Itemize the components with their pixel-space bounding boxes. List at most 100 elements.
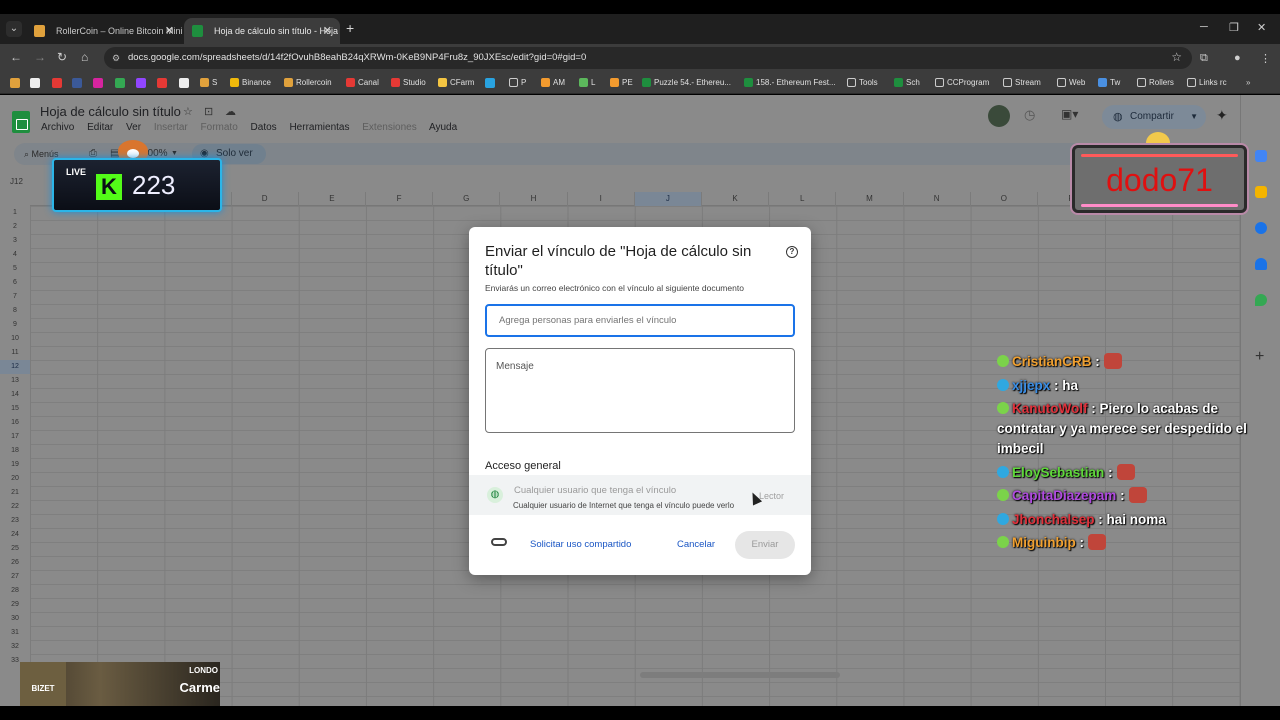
message-textarea[interactable]: Mensaje [485, 348, 795, 433]
bookmark-am[interactable]: AM [541, 75, 565, 91]
add-people-input[interactable] [485, 304, 795, 337]
contacts-icon[interactable] [1255, 258, 1267, 270]
bookmark-p[interactable]: P [509, 75, 526, 91]
chevron-down-icon[interactable]: ▼ [1190, 105, 1198, 129]
document-title[interactable]: Hoja de cálculo sin título [40, 104, 181, 119]
profile-icon[interactable]: ● [1234, 52, 1241, 64]
menu-editar[interactable]: Editar [87, 122, 113, 133]
history-icon[interactable]: ◷ [1024, 107, 1035, 123]
row-header[interactable]: 17 [0, 430, 30, 444]
link-icon[interactable] [491, 538, 507, 546]
row-header[interactable]: 16 [0, 416, 30, 430]
row-header[interactable]: 4 [0, 248, 30, 262]
home-icon[interactable]: ⌂ [81, 50, 88, 64]
column-header[interactable]: J [634, 192, 702, 206]
restore-icon[interactable]: ❐ [1229, 21, 1239, 34]
row-header[interactable]: 18 [0, 444, 30, 458]
minimize-icon[interactable]: ─ [1200, 21, 1208, 33]
tab-search-icon[interactable]: ⌄ [6, 21, 22, 37]
column-header[interactable]: N [904, 192, 971, 206]
row-header[interactable]: 29 [0, 598, 30, 612]
bookmark-studio[interactable]: Studio [391, 75, 426, 91]
row-header[interactable]: 7 [0, 290, 30, 304]
bookmark-s[interactable]: S [200, 75, 217, 91]
tasks-icon[interactable] [1255, 222, 1267, 234]
row-header[interactable]: 10 [0, 332, 30, 346]
menu-extensiones[interactable]: Extensiones [362, 122, 416, 133]
bookmark-tw[interactable]: Tw [1098, 75, 1120, 91]
keep-icon[interactable] [1255, 186, 1267, 198]
collaborator-avatar[interactable] [988, 105, 1010, 127]
send-button[interactable]: Enviar [735, 531, 795, 559]
bookmark-puzzle[interactable]: Puzzle 54.- Ethereu... [642, 75, 731, 91]
general-access-row[interactable]: ◍ Cualquier usuario que tenga el vínculo… [469, 475, 811, 515]
gemini-icon[interactable]: ✦ [1216, 107, 1228, 124]
x-icon[interactable] [179, 78, 189, 88]
bookmark-cfarm[interactable]: CFarm [438, 75, 474, 91]
row-header[interactable]: 28 [0, 584, 30, 598]
close-tab-icon[interactable]: ✕ [165, 18, 174, 44]
sheets-logo-icon[interactable] [12, 111, 30, 133]
bookmark-icon[interactable] [10, 78, 20, 88]
row-header[interactable]: 9 [0, 318, 30, 332]
menu-archivo[interactable]: Archivo [41, 122, 74, 133]
help-icon[interactable]: ? [786, 246, 798, 258]
menu-formato[interactable]: Formato [201, 122, 238, 133]
new-tab-icon[interactable]: + [346, 20, 354, 36]
meet-icon[interactable]: ▣▾ [1061, 107, 1078, 121]
column-header[interactable]: L [769, 192, 837, 206]
row-header[interactable]: 1 [0, 206, 30, 220]
access-role[interactable]: Lector [759, 491, 784, 501]
row-header[interactable]: 24 [0, 528, 30, 542]
bookmark-ccprogram[interactable]: CCProgram [935, 75, 989, 91]
row-header[interactable]: 8 [0, 304, 30, 318]
bookmark-rollers[interactable]: Rollers [1137, 75, 1174, 91]
name-box[interactable]: J12 [10, 177, 23, 186]
menu-datos[interactable]: Datos [251, 122, 277, 133]
back-icon[interactable]: ← [10, 50, 22, 64]
column-header[interactable]: O [971, 192, 1038, 206]
close-window-icon[interactable]: ✕ [1257, 21, 1266, 34]
row-header[interactable]: 31 [0, 626, 30, 640]
bookmark-web[interactable]: Web [1057, 75, 1085, 91]
column-header[interactable]: D [232, 192, 299, 206]
tab-spreadsheet[interactable]: Hoja de cálculo sin título - Hoja ✕ [184, 18, 340, 44]
row-header[interactable]: 21 [0, 486, 30, 500]
bookmark-icon[interactable] [30, 78, 40, 88]
row-header[interactable]: 12 [0, 360, 30, 374]
row-header[interactable]: 27 [0, 570, 30, 584]
row-header[interactable]: 19 [0, 458, 30, 472]
row-header[interactable]: 14 [0, 388, 30, 402]
row-header[interactable]: 22 [0, 500, 30, 514]
column-header[interactable]: E [299, 192, 366, 206]
menu-herramientas[interactable]: Herramientas [289, 122, 349, 133]
browser-menu-icon[interactable]: ⋮ [1260, 52, 1271, 65]
horizontal-scrollbar[interactable] [640, 672, 840, 678]
column-header[interactable]: K [702, 192, 770, 206]
row-header[interactable]: 32 [0, 640, 30, 654]
bookmark-ethereum-fest[interactable]: 158.- Ethereum Fest... [744, 75, 836, 91]
instagram-icon[interactable] [93, 78, 103, 88]
bookmark-pe[interactable]: PE [610, 75, 633, 91]
row-header[interactable]: 15 [0, 402, 30, 416]
twitch-icon[interactable] [136, 78, 146, 88]
column-header[interactable]: G [433, 192, 501, 206]
reload-icon[interactable]: ↻ [57, 50, 67, 64]
row-header[interactable]: 13 [0, 374, 30, 388]
row-header[interactable]: 3 [0, 234, 30, 248]
share-button[interactable]: ◍ Compartir ▼ [1102, 105, 1206, 129]
row-header[interactable]: 25 [0, 542, 30, 556]
menu-ver[interactable]: Ver [126, 122, 141, 133]
bookmark-tools[interactable]: Tools [847, 75, 878, 91]
facebook-icon[interactable] [72, 78, 82, 88]
bookmark-links-rc[interactable]: Links rc [1187, 75, 1227, 91]
row-header[interactable]: 11 [0, 346, 30, 360]
bookmark-star-icon[interactable]: ☆ [1171, 50, 1182, 64]
row-header[interactable]: 20 [0, 472, 30, 486]
maps-icon[interactable] [1255, 294, 1267, 306]
menu-ayuda[interactable]: Ayuda [429, 122, 457, 133]
star-icon[interactable]: ☆ [183, 105, 193, 118]
drive-icon[interactable] [115, 78, 125, 88]
close-tab-icon[interactable]: ✕ [323, 18, 332, 44]
tab-rollercoin[interactable]: RollerCoin – Online Bitcoin Mini ✕ [26, 18, 182, 44]
